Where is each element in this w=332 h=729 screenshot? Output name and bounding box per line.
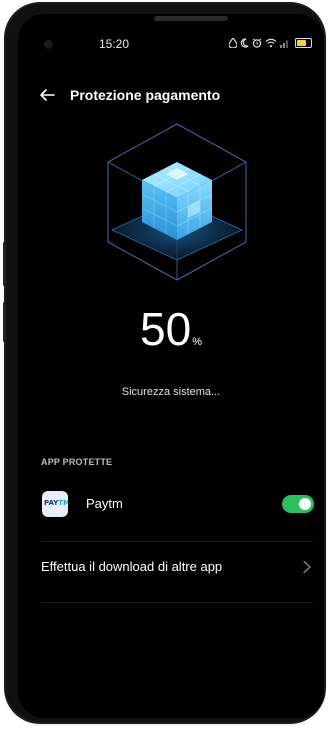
battery-level <box>297 40 306 46</box>
score-value: 50 <box>140 303 192 355</box>
paytm-logo-part-a: PAY <box>44 499 59 507</box>
paytm-app-icon: PAYTM <box>42 491 68 517</box>
speaker-grille <box>154 16 228 21</box>
scan-status-text: Sicurezza sistema... <box>121 386 221 398</box>
status-bar: 15:20 <box>18 37 324 53</box>
volume-button <box>3 242 6 286</box>
score-unit: % <box>192 336 202 348</box>
list-item-paytm[interactable]: PAYTM Paytm <box>18 480 324 526</box>
signal-icon <box>280 40 288 48</box>
divider <box>41 541 313 542</box>
security-cube-illustration <box>107 123 247 281</box>
app-name: Paytm <box>86 496 123 511</box>
status-time: 15:20 <box>99 37 130 51</box>
toggle-knob <box>299 498 311 510</box>
phone-frame: 15:20 Protezione pagamento 50% Sicurezza… <box>3 4 324 722</box>
page-title: Protezione pagamento <box>70 87 221 103</box>
moon-icon <box>240 38 249 48</box>
power-button <box>3 302 6 342</box>
battery-icon <box>295 38 312 48</box>
alarm-icon <box>252 38 262 48</box>
wifi-icon <box>265 38 277 48</box>
top-app-bar: Protezione pagamento <box>18 86 324 110</box>
paytm-logo-part-b: TM <box>58 499 68 507</box>
download-more-apps-label: Effettua il download di altre app <box>41 559 223 574</box>
paytm-logo: PAYTM <box>44 499 68 507</box>
water-drop-icon <box>229 38 237 48</box>
section-header-protected-apps: APP PROTETTE <box>41 457 113 467</box>
download-more-apps-row[interactable]: Effettua il download di altre app <box>18 544 324 590</box>
security-score: 50% <box>18 302 324 356</box>
chevron-right-icon <box>303 560 311 574</box>
status-icons <box>229 38 312 48</box>
divider <box>41 602 313 603</box>
back-arrow-icon[interactable] <box>38 86 56 104</box>
protection-toggle[interactable] <box>282 495 314 513</box>
screen: 15:20 Protezione pagamento 50% Sicurezza… <box>18 14 324 718</box>
